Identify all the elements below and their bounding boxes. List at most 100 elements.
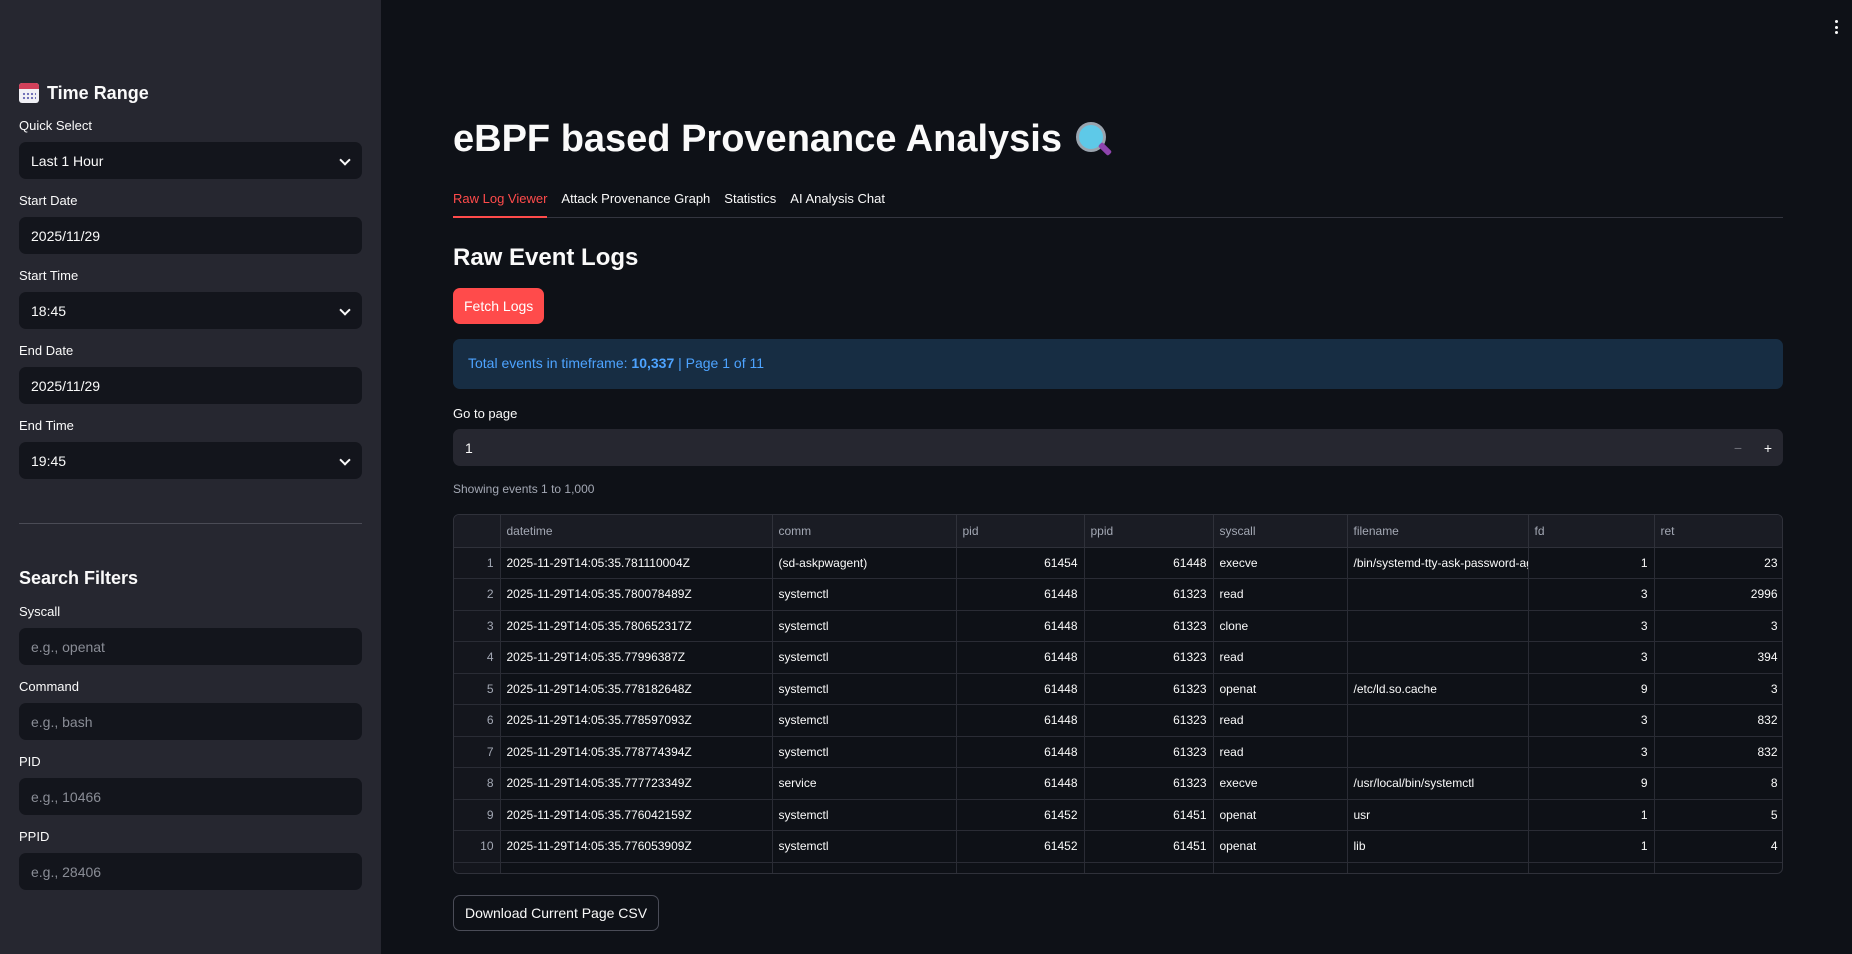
pid-input[interactable]: e.g., 10466 [19,778,362,815]
table-cell[interactable]: 61448 [956,610,1085,642]
table-cell[interactable]: 61323 [1084,736,1214,768]
table-cell[interactable]: openat [1213,799,1348,831]
end-date-input[interactable]: 2025/11/29 [19,367,362,404]
table-cell[interactable]: 3 [1528,578,1655,611]
table-cell[interactable]: 2025-11-29T14:05:35.77996387Z [500,641,773,674]
column-header[interactable]: comm [772,515,957,548]
kebab-menu-icon[interactable] [1834,20,1838,34]
tab-raw-log-viewer[interactable]: Raw Log Viewer [453,188,548,218]
table-cell[interactable]: 61323 [1084,767,1214,800]
table-cell[interactable]: 61452 [956,799,1085,831]
table-cell[interactable]: 61448 [1084,547,1214,579]
table-cell[interactable]: 2025-11-29T14:05:35.780652317Z [500,610,773,642]
table-cell[interactable]: read [1213,704,1348,737]
table-cell[interactable]: execve [1213,547,1348,579]
column-header[interactable]: filename [1347,515,1529,548]
table-cell[interactable]: 2025-11-29T14:05:35.776053909Z [500,830,773,863]
table-cell[interactable]: /usr/local/bin/systemctl [1347,767,1529,800]
table-cell[interactable]: read [1213,578,1348,611]
table-cell[interactable]: systemctl [772,799,957,831]
table-cell[interactable]: 61323 [1084,578,1214,611]
table-row[interactable]: 5 2025-11-29T14:05:35.778182648Z systemctl… [454,673,1782,705]
table-cell[interactable]: 61448 [956,704,1085,737]
table-cell[interactable]: 9 [1528,673,1655,705]
column-header[interactable] [454,515,501,548]
table-cell[interactable]: 2025-11-29T14:05:35.778597093Z [500,704,773,737]
table-cell[interactable]: 23 [1654,547,1782,579]
table-cell[interactable]: read [1213,641,1348,674]
table-cell[interactable] [1347,641,1529,674]
column-header[interactable]: fd [1528,515,1655,548]
tab-ai-analysis-chat[interactable]: AI Analysis Chat [790,188,885,218]
table-cell[interactable]: 3 [1528,704,1655,737]
table-row[interactable]: 2 2025-11-29T14:05:35.780078489Z systemctl… [454,578,1782,611]
command-input[interactable]: e.g., bash [19,703,362,740]
table-cell[interactable] [1347,610,1529,642]
table-cell[interactable]: lib [1347,830,1529,863]
column-header[interactable]: datetime [500,515,773,548]
start-time-dropdown[interactable]: 18:45 [19,292,362,329]
table-row[interactable]: 1 2025-11-29T14:05:35.781110004Z (sd-askpw… [454,547,1782,579]
table-row[interactable]: 8 2025-11-29T14:05:35.777723349Z service 61… [454,767,1782,800]
table-row[interactable]: 10 2025-11-29T14:05:35.776053909Z systemct… [454,830,1782,863]
end-time-dropdown[interactable]: 19:45 [19,442,362,479]
table-cell[interactable]: 61448 [956,767,1085,800]
table-cell[interactable]: openat [1213,673,1348,705]
table-cell[interactable]: 2025-11-29T14:05:35.778182648Z [500,673,773,705]
table-cell[interactable]: 3 [1654,673,1782,705]
table-cell[interactable]: service [772,767,957,800]
table-cell[interactable]: 61448 [956,641,1085,674]
column-header[interactable]: ppid [1084,515,1214,548]
table-cell[interactable]: 8 [1654,767,1782,800]
table-cell[interactable]: 61452 [956,830,1085,863]
table-cell[interactable]: 61454 [956,547,1085,579]
table-cell[interactable]: 3 [1528,641,1655,674]
table-cell[interactable] [1347,704,1529,737]
table-cell[interactable]: 832 [1654,736,1782,768]
table-cell[interactable]: systemctl [772,610,957,642]
table-cell[interactable]: systemctl [772,704,957,737]
table-row[interactable]: 3 2025-11-29T14:05:35.780652317Z systemctl… [454,610,1782,642]
table-row[interactable]: 4 2025-11-29T14:05:35.77996387Z systemctl 6… [454,641,1782,674]
table-cell[interactable]: 2025-11-29T14:05:35.781110004Z [500,547,773,579]
table-cell[interactable]: 3 [1528,610,1655,642]
goto-page-input[interactable]: 1 − + [453,429,1783,466]
table-cell[interactable]: read [1213,736,1348,768]
table-cell[interactable] [1347,736,1529,768]
table-cell[interactable]: systemctl [772,641,957,674]
table-cell[interactable]: execve [1213,767,1348,800]
table-cell[interactable]: 61448 [956,578,1085,611]
events-table[interactable]: datetime comm pid ppid syscall filename fd ret … [453,514,1783,874]
table-cell[interactable] [1347,578,1529,611]
table-cell[interactable]: /etc/ld.so.cache [1347,673,1529,705]
table-cell[interactable]: 61323 [1084,673,1214,705]
table-cell[interactable]: systemctl [772,673,957,705]
table-cell[interactable]: 61448 [956,673,1085,705]
table-cell[interactable]: 2025-11-29T14:05:35.777723349Z [500,767,773,800]
table-cell[interactable]: 2996 [1654,578,1782,611]
table-cell[interactable]: 5 [1654,799,1782,831]
table-cell[interactable]: 1 [1528,799,1655,831]
start-date-input[interactable]: 2025/11/29 [19,217,362,254]
table-cell[interactable]: 3 [1654,610,1782,642]
column-header[interactable]: pid [956,515,1085,548]
ppid-input[interactable]: e.g., 28406 [19,853,362,890]
tab-attack-provenance-graph[interactable]: Attack Provenance Graph [561,188,710,218]
table-cell[interactable]: systemctl [772,578,957,611]
table-cell[interactable]: 1 [1528,830,1655,863]
table-cell[interactable]: 394 [1654,641,1782,674]
fetch-logs-button[interactable]: Fetch Logs [453,288,545,324]
increment-button[interactable]: + [1753,429,1783,466]
table-cell[interactable]: 61451 [1084,799,1214,831]
table-cell[interactable]: 61451 [1084,830,1214,863]
table-row[interactable]: 6 2025-11-29T14:05:35.778597093Z systemctl… [454,704,1782,737]
syscall-input[interactable]: e.g., openat [19,628,362,665]
table-cell[interactable]: 9 [1528,767,1655,800]
tab-statistics[interactable]: Statistics [724,188,776,218]
table-row[interactable]: 9 2025-11-29T14:05:35.776042159Z systemctl… [454,799,1782,831]
download-csv-button[interactable]: Download Current Page CSV [453,895,660,931]
table-cell[interactable]: 61448 [956,736,1085,768]
table-cell[interactable]: 61323 [1084,704,1214,737]
table-cell[interactable]: 2025-11-29T14:05:35.778774394Z [500,736,773,768]
table-cell[interactable]: 61323 [1084,610,1214,642]
